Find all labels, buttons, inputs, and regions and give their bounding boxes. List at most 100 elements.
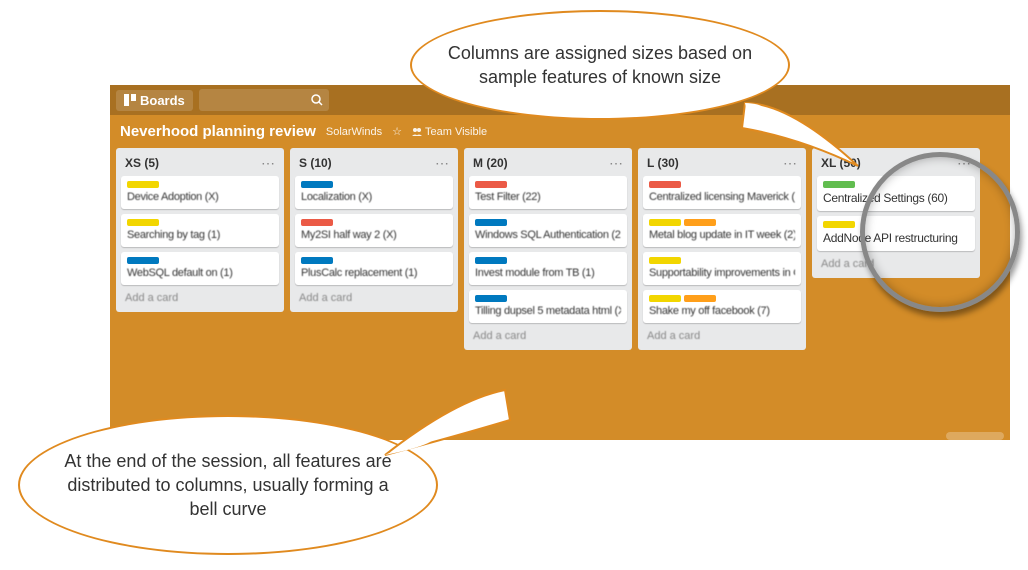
- search-input[interactable]: [199, 89, 329, 111]
- card-title: Supportability improvements in CX (8): [649, 267, 795, 279]
- lists-container: XS (5) ⋯ Device Adoption (X) Searching by t…: [110, 148, 1010, 350]
- card-title: Invest module from TB (1): [475, 267, 621, 279]
- label-yellow: [823, 221, 855, 228]
- list-header: S (10) ⋯: [295, 154, 453, 176]
- list: L (30)⋯Centralized licensing Maverick (1…: [638, 148, 806, 350]
- label-blue: [475, 257, 507, 264]
- board-org[interactable]: SolarWinds: [326, 126, 382, 138]
- list: M (20) ⋯ Test Filter (22) Windows SQL Authe…: [464, 148, 632, 350]
- card[interactable]: Metal blog update in IT week (2): [643, 214, 801, 247]
- card-title: AddNode API restructuring: [823, 231, 969, 245]
- list-title[interactable]: XS (5): [125, 156, 159, 170]
- add-card-button[interactable]: Add a card: [469, 328, 627, 344]
- card-title: Shake my off facebook (7): [649, 305, 795, 317]
- board-header: Neverhood planning review SolarWinds ☆ T…: [110, 115, 1010, 148]
- card[interactable]: Device Adoption (X): [121, 176, 279, 209]
- card-labels: [823, 221, 969, 228]
- card-title: WebSQL default on (1): [127, 267, 273, 279]
- list-title[interactable]: L (30): [647, 156, 679, 170]
- boards-label: Boards: [140, 93, 185, 108]
- label-orange: [684, 295, 716, 302]
- card-title: Tilling dupsel 5 metadata html (X): [475, 305, 621, 317]
- card-title: Windows SQL Authentication (20): [475, 229, 621, 241]
- card[interactable]: Searching by tag (1): [121, 214, 279, 247]
- boards-icon: [124, 94, 136, 106]
- card[interactable]: My2SI half way 2 (X): [295, 214, 453, 247]
- card-title: My2SI half way 2 (X): [301, 229, 447, 241]
- card[interactable]: Centralized Settings (60): [817, 176, 975, 211]
- card-labels: [475, 295, 621, 302]
- visibility-label: Team Visible: [425, 126, 487, 138]
- card-labels: [649, 295, 795, 302]
- label-red: [649, 181, 681, 188]
- list-menu-button[interactable]: ⋯: [957, 160, 971, 167]
- card[interactable]: Test Filter (22): [469, 176, 627, 209]
- card-labels: [301, 181, 447, 188]
- card[interactable]: Invest module from TB (1): [469, 252, 627, 285]
- team-icon: [412, 127, 422, 137]
- card[interactable]: AddNode API restructuring: [817, 216, 975, 251]
- label-yellow: [649, 219, 681, 226]
- boards-button[interactable]: Boards: [116, 90, 193, 111]
- label-yellow: [127, 181, 159, 188]
- card-labels: [127, 257, 273, 264]
- label-blue: [301, 181, 333, 188]
- card-title: Test Filter (22): [475, 191, 621, 203]
- star-button[interactable]: ☆: [392, 125, 402, 138]
- card-labels: [127, 181, 273, 188]
- label-red: [475, 181, 507, 188]
- card-labels: [823, 181, 969, 188]
- label-orange: [684, 219, 716, 226]
- card-labels: [301, 219, 447, 226]
- card-title: Localization (X): [301, 191, 447, 203]
- annotation-text: At the end of the session, all features …: [54, 449, 402, 522]
- card-title: PlusCalc replacement (1): [301, 267, 447, 279]
- add-card-button[interactable]: Add a card: [295, 290, 453, 306]
- annotation-text: Columns are assigned sizes based on samp…: [446, 41, 754, 90]
- card[interactable]: Centralized licensing Maverick (1): [643, 176, 801, 209]
- list-menu-button[interactable]: ⋯: [609, 160, 623, 167]
- trello-app: Boards Neverhood planning review SolarWi…: [110, 85, 1010, 440]
- label-green: [823, 181, 855, 188]
- add-card-button[interactable]: Add a card: [121, 290, 279, 306]
- card-labels: [649, 257, 795, 264]
- search-icon: [311, 94, 323, 106]
- board-title: Neverhood planning review: [120, 123, 316, 140]
- horizontal-scrollbar[interactable]: [946, 432, 1004, 440]
- card[interactable]: Tilling dupsel 5 metadata html (X): [469, 290, 627, 323]
- label-yellow: [127, 219, 159, 226]
- list-title[interactable]: M (20): [473, 156, 508, 170]
- card[interactable]: Shake my off facebook (7): [643, 290, 801, 323]
- bubble-tail-icon: [375, 385, 515, 465]
- add-card-button[interactable]: Add a card: [817, 256, 975, 272]
- bubble-tail-icon: [740, 98, 870, 178]
- list-title[interactable]: S (10): [299, 156, 332, 170]
- card[interactable]: Supportability improvements in CX (8): [643, 252, 801, 285]
- label-blue: [301, 257, 333, 264]
- label-red: [301, 219, 333, 226]
- card[interactable]: Windows SQL Authentication (20): [469, 214, 627, 247]
- annotation-bubble-top: Columns are assigned sizes based on samp…: [410, 10, 790, 120]
- card-labels: [301, 257, 447, 264]
- label-blue: [475, 295, 507, 302]
- label-yellow: [649, 295, 681, 302]
- visibility-button[interactable]: Team Visible: [412, 126, 487, 138]
- card[interactable]: Localization (X): [295, 176, 453, 209]
- list-header: M (20) ⋯: [469, 154, 627, 176]
- card-labels: [127, 219, 273, 226]
- card[interactable]: PlusCalc replacement (1): [295, 252, 453, 285]
- list: S (10) ⋯ Localization (X) My2SI half way 2 …: [290, 148, 458, 312]
- card-title: Metal blog update in IT week (2): [649, 229, 795, 241]
- add-card-button[interactable]: Add a card: [643, 328, 801, 344]
- card-labels: [475, 219, 621, 226]
- list-menu-button[interactable]: ⋯: [261, 160, 275, 167]
- label-blue: [127, 257, 159, 264]
- list-menu-button[interactable]: ⋯: [435, 160, 449, 167]
- card-labels: [649, 181, 795, 188]
- card-title: Device Adoption (X): [127, 191, 273, 203]
- card-labels: [475, 257, 621, 264]
- label-blue: [475, 219, 507, 226]
- card[interactable]: WebSQL default on (1): [121, 252, 279, 285]
- label-yellow: [649, 257, 681, 264]
- card-labels: [649, 219, 795, 226]
